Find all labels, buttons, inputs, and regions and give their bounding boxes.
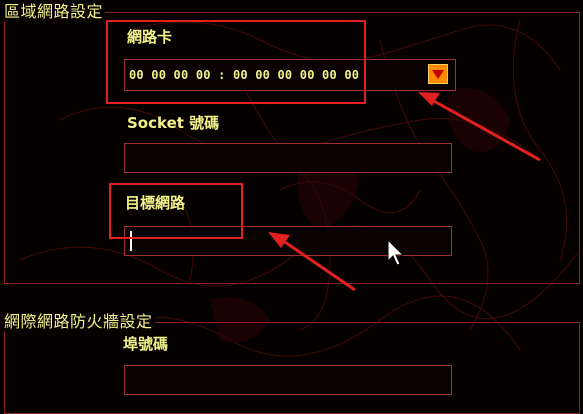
chevron-down-icon[interactable]	[428, 64, 448, 84]
highlight-box-target-network	[109, 183, 243, 239]
port-number-input[interactable]	[124, 365, 452, 395]
lan-settings-title: 區域網路設定	[2, 2, 106, 21]
socket-number-label: Socket 號碼	[127, 114, 220, 132]
socket-number-input[interactable]	[124, 143, 452, 173]
firewall-settings-title: 網際網路防火牆設定	[2, 312, 155, 331]
port-number-label: 埠號碼	[123, 335, 169, 353]
highlight-box-adapter	[106, 20, 366, 104]
